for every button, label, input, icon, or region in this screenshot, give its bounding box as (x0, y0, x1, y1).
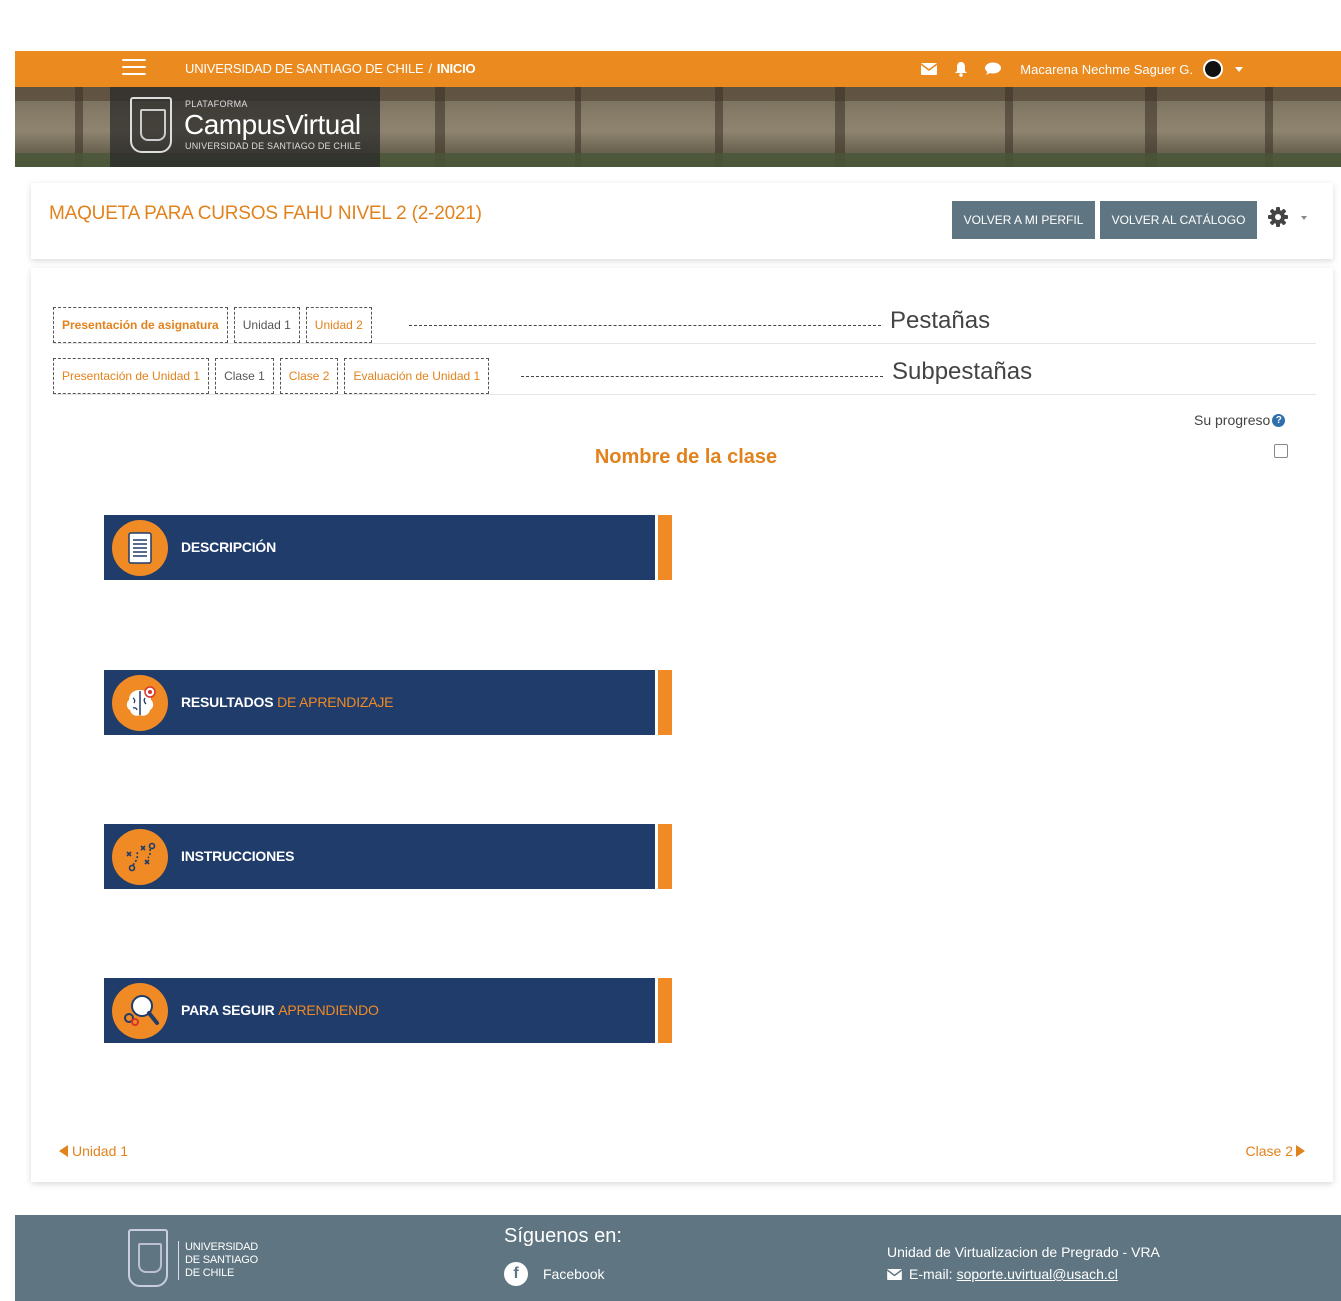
gear-icon[interactable] (1268, 207, 1288, 227)
section-label: INSTRUCCIONES (181, 848, 295, 864)
top-icons: Macarena Nechme Saguer G. (920, 51, 1341, 87)
breadcrumb-home[interactable]: INICIO (437, 61, 476, 76)
breadcrumb: UNIVERSIDAD DE SANTIAGO DE CHILE / INICIO (185, 61, 476, 76)
follow-us-heading: Síguenos en: (504, 1225, 622, 1247)
tabs-row: Presentación de asignatura Unidad 1 Unid… (53, 307, 378, 343)
university-crest-icon (130, 97, 172, 153)
next-link[interactable]: Clase 2 (1246, 1143, 1305, 1159)
envelope-icon (887, 1268, 902, 1280)
subtab-evaluacion-unidad-1[interactable]: Evaluación de Unidad 1 (344, 358, 490, 394)
section-instrucciones[interactable]: INSTRUCCIONES (104, 824, 672, 889)
section-descripcion[interactable]: DESCRIPCIÓN (104, 515, 672, 580)
bell-icon[interactable] (952, 61, 970, 77)
settings-caret-icon[interactable] (1301, 216, 1307, 220)
course-title: MAQUETA PARA CURSOS FAHU NIVEL 2 (2-2021… (49, 203, 482, 224)
arrow-right-icon (1296, 1145, 1305, 1157)
brain-target-icon (112, 675, 168, 731)
section-label: RESULTADOS DE APRENDIZAJE (181, 694, 394, 710)
back-to-catalog-button[interactable]: VOLVER AL CATÁLOGO (1100, 201, 1257, 239)
campus-virtual-logo[interactable]: PLATAFORMA CampusVirtual UNIVERSIDAD DE … (110, 87, 380, 167)
subtab-clase-1[interactable]: Clase 1 (215, 358, 274, 394)
top-navbar: UNIVERSIDAD DE SANTIAGO DE CHILE / INICIO … (15, 51, 1341, 87)
footer-unit: Unidad de Virtualizacion de Pregrado - V… (887, 1244, 1160, 1260)
breadcrumb-university[interactable]: UNIVERSIDAD DE SANTIAGO DE CHILE (185, 61, 424, 76)
university-crest-icon (128, 1229, 168, 1287)
logo-platform-label: PLATAFORMA (185, 99, 248, 109)
section-accent (655, 978, 672, 1043)
email-link[interactable]: soporte.uvirtual@usach.cl (957, 1266, 1118, 1282)
progress-label: Su progreso ? (1194, 412, 1286, 428)
arrow-left-icon (59, 1145, 68, 1157)
section-accent (655, 515, 672, 580)
section-accent (655, 824, 672, 889)
subtabs-hint-line (521, 376, 883, 377)
tabs-hint-line (409, 325, 881, 326)
footer: UNIVERSIDAD DE SANTIAGO DE CHILE Sígueno… (15, 1215, 1341, 1301)
logo-brand: CampusVirtual (184, 109, 361, 140)
subtabs-row: Presentación de Unidad 1 Clase 1 Clase 2… (53, 358, 495, 394)
envelope-icon[interactable] (920, 61, 938, 77)
menu-icon[interactable] (122, 59, 146, 77)
subtab-clase-2[interactable]: Clase 2 (279, 358, 339, 394)
strategy-icon (112, 829, 168, 885)
class-title: Nombre de la clase (594, 446, 778, 468)
avatar-icon (1205, 61, 1221, 77)
campus-banner: PLATAFORMA CampusVirtual UNIVERSIDAD DE … (15, 87, 1341, 167)
main-content: Presentación de asignatura Unidad 1 Unid… (31, 268, 1333, 1182)
footer-email: E-mail: soporte.uvirtual@usach.cl (887, 1266, 1118, 1282)
tabs-hint: Pestañas (890, 307, 991, 334)
section-resultados-aprendizaje[interactable]: RESULTADOS DE APRENDIZAJE (104, 670, 672, 735)
user-menu-caret-icon[interactable] (1235, 66, 1243, 72)
section-accent (655, 670, 672, 735)
subtab-presentacion-unidad-1[interactable]: Presentación de Unidad 1 (53, 358, 210, 394)
tab-unidad-1[interactable]: Unidad 1 (233, 307, 300, 343)
footer-university: UNIVERSIDAD DE SANTIAGO DE CHILE (178, 1241, 258, 1280)
back-to-profile-button[interactable]: VOLVER A MI PERFIL (952, 201, 1095, 239)
help-icon[interactable]: ? (1272, 413, 1286, 427)
logo-subtitle: UNIVERSIDAD DE SANTIAGO DE CHILE (185, 141, 361, 151)
breadcrumb-separator: / (428, 61, 432, 76)
tab-unidad-2[interactable]: Unidad 2 (305, 307, 372, 343)
user-avatar[interactable] (1203, 59, 1223, 79)
document-icon (112, 520, 168, 576)
divider (53, 343, 1316, 344)
divider (53, 394, 1316, 395)
prev-link[interactable]: Unidad 1 (59, 1143, 128, 1159)
tab-presentacion-asignatura[interactable]: Presentación de asignatura (53, 307, 228, 343)
facebook-link[interactable]: f Facebook (504, 1262, 604, 1286)
chat-icon[interactable] (984, 61, 1002, 77)
progress-text: Su progreso (1194, 412, 1271, 428)
user-name[interactable]: Macarena Nechme Saguer G. (1020, 62, 1193, 77)
magnifier-icon (112, 983, 168, 1039)
facebook-icon: f (504, 1262, 528, 1286)
section-label: PARA SEGUIR APRENDIENDO (181, 1002, 379, 1018)
subtabs-hint: Subpestañas (892, 358, 1033, 385)
page: UNIVERSIDAD DE SANTIAGO DE CHILE / INICIO … (0, 0, 1341, 1301)
section-label: DESCRIPCIÓN (181, 539, 277, 555)
course-header: MAQUETA PARA CURSOS FAHU NIVEL 2 (2-2021… (31, 183, 1333, 259)
section-para-seguir-aprendiendo[interactable]: PARA SEGUIR APRENDIENDO (104, 978, 672, 1043)
